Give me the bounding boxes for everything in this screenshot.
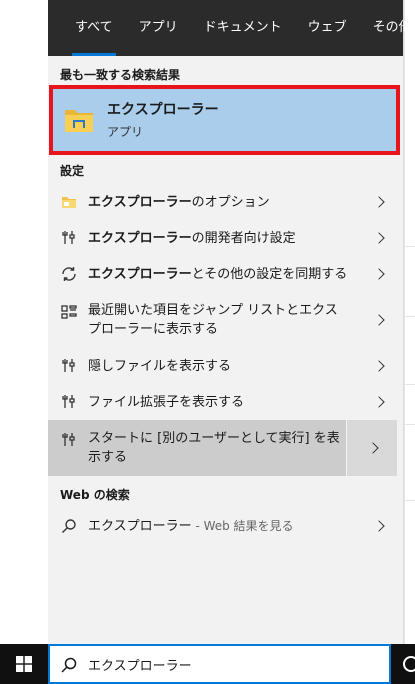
- tab-all[interactable]: すべて: [62, 0, 126, 56]
- taskbar-search-box[interactable]: [48, 644, 391, 684]
- best-match-title: エクスプローラー: [107, 102, 219, 118]
- chevron-right-icon: [373, 314, 385, 326]
- filter-tabs-bar: すべて アプリ ドキュメント ウェブ その他: [48, 0, 412, 56]
- developer-settings-icon: [60, 357, 78, 375]
- setting-explorer-options[interactable]: エクスプローラーのオプション: [48, 184, 403, 220]
- tab-more[interactable]: その他: [360, 0, 415, 56]
- developer-settings-icon: [60, 229, 78, 247]
- web-search-result[interactable]: エクスプローラー - Web 結果を見る: [48, 508, 403, 544]
- best-match-heading: 最も一致する検索結果: [60, 68, 181, 82]
- chevron-right-icon: [373, 232, 385, 244]
- cortana-icon[interactable]: [403, 656, 415, 672]
- background-window-left: [0, 0, 48, 644]
- chevron-right-icon: [373, 196, 385, 208]
- chevron-right-icon: [373, 268, 385, 280]
- settings-heading: 設定: [60, 164, 85, 178]
- tab-apps[interactable]: アプリ: [126, 0, 191, 56]
- setting-show-hidden-files[interactable]: 隠しファイルを表示する: [48, 348, 403, 384]
- chevron-right-icon: [373, 520, 385, 532]
- developer-settings-icon: [60, 431, 78, 449]
- tab-web[interactable]: ウェブ: [295, 0, 360, 56]
- best-match-subtitle: アプリ: [107, 125, 144, 139]
- setting-explorer-developer[interactable]: エクスプローラーの開発者向け設定: [48, 220, 403, 256]
- setting-jump-list[interactable]: 最近開いた項目をジャンプ リストとエクス プローラーに表示する: [48, 292, 403, 348]
- search-icon: [61, 657, 77, 673]
- folder-icon: [65, 110, 93, 132]
- developer-settings-icon: [60, 393, 78, 411]
- search-input[interactable]: [88, 652, 368, 676]
- setting-run-as-different-user[interactable]: スタートに [別のユーザーとして実行] を表 示する: [48, 420, 397, 476]
- best-match-result[interactable]: エクスプローラー アプリ: [49, 85, 400, 155]
- jump-list-icon: [60, 303, 78, 321]
- tab-documents[interactable]: ドキュメント: [191, 0, 295, 56]
- chevron-right-icon: [373, 396, 385, 408]
- taskbar: [0, 644, 415, 684]
- start-button[interactable]: [0, 644, 48, 684]
- search-icon: [60, 517, 78, 535]
- web-search-heading: Web の検索: [60, 488, 130, 502]
- setting-explorer-sync[interactable]: エクスプローラーとその他の設定を同期する: [48, 256, 403, 292]
- search-results-panel: すべて アプリ ドキュメント ウェブ その他 最も一致する検索結果 エクスプロー…: [48, 0, 412, 644]
- background-window-right: [404, 0, 415, 644]
- windows-logo-icon: [16, 656, 32, 672]
- folder-options-icon: [60, 193, 78, 211]
- sync-icon: [60, 265, 78, 283]
- chevron-right-icon: [373, 360, 385, 372]
- setting-show-file-extensions[interactable]: ファイル拡張子を表示する: [48, 384, 403, 420]
